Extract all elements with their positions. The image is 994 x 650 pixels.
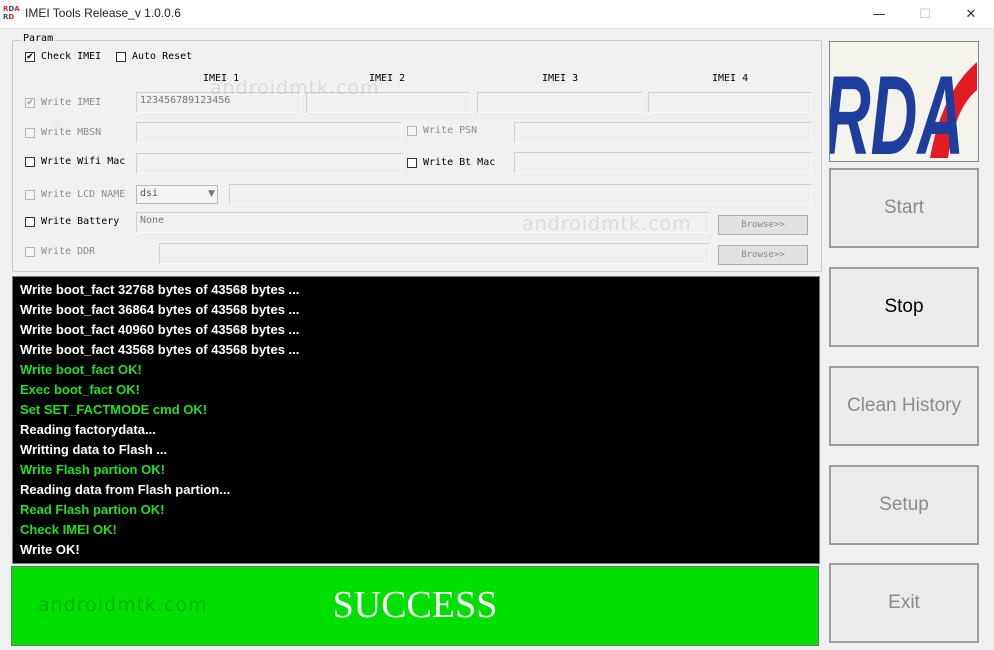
psn-field[interactable]	[514, 122, 812, 143]
write-wifi-mac-checkbox[interactable]	[25, 157, 35, 167]
stop-button[interactable]: Stop	[829, 267, 979, 347]
auto-reset-checkbox[interactable]	[116, 52, 126, 62]
rda-brand-logo: RDA	[829, 41, 979, 162]
log-line: Set SET_FACTMODE cmd OK!	[20, 402, 208, 417]
log-line: Reading data from Flash partion...	[20, 482, 231, 497]
status-panel: SUCCESS	[11, 566, 819, 646]
write-mbsn-label: Write MBSN	[41, 127, 102, 138]
log-line: Writting data to Flash ...	[20, 442, 168, 457]
log-line: Reading factorydata...	[20, 422, 156, 437]
battery-path-field[interactable]: None	[136, 212, 710, 233]
rda-logo-graphic: RDA	[830, 54, 977, 161]
log-line: Write boot_fact 36864 bytes of 43568 byt…	[20, 302, 300, 317]
imei-4-header: IMEI 4	[712, 73, 749, 84]
clean-history-button[interactable]: Clean History	[829, 366, 979, 446]
close-button[interactable]: ✕	[948, 0, 994, 28]
write-bt-mac-label: Write Bt Mac	[423, 157, 496, 168]
battery-browse-button[interactable]: Browse>>	[718, 215, 808, 235]
log-line: Exec boot_fact OK!	[20, 382, 140, 397]
imei-3-header: IMEI 3	[542, 73, 579, 84]
ddr-path-field[interactable]	[159, 243, 710, 264]
check-imei-label: Check IMEI	[41, 51, 102, 62]
wifi-mac-field[interactable]	[136, 153, 402, 174]
ddr-browse-button[interactable]: Browse>>	[718, 245, 808, 265]
write-mbsn-checkbox	[25, 128, 35, 138]
app-logo-icon: RDA RD	[3, 5, 20, 21]
bt-mac-field[interactable]	[514, 152, 812, 173]
write-bt-mac-checkbox[interactable]	[407, 158, 417, 168]
write-psn-checkbox	[407, 126, 417, 136]
check-imei-checkbox[interactable]: ✔	[25, 52, 35, 62]
log-line: Write OK!	[20, 542, 80, 557]
log-line: Write Flash partion OK!	[20, 462, 165, 477]
window-title: IMEI Tools Release_v 1.0.0.6	[25, 6, 181, 20]
imei-4-field[interactable]	[648, 92, 812, 113]
write-battery-label: Write Battery	[41, 216, 120, 227]
log-line: Write boot_fact 40960 bytes of 43568 byt…	[20, 322, 300, 337]
write-wifi-mac-label: Write Wifi Mac	[41, 156, 126, 167]
title-bar: RDA RD IMEI Tools Release_v 1.0.0.6 — ☐ …	[0, 0, 994, 29]
write-lcd-name-label: Write LCD NAME	[41, 189, 126, 200]
maximize-button: ☐	[919, 6, 931, 22]
write-psn-label: Write PSN	[423, 125, 478, 136]
start-button[interactable]: Start	[829, 168, 979, 248]
log-line: Write boot_fact 32768 bytes of 43568 byt…	[20, 282, 300, 297]
param-group-label: Param	[21, 33, 56, 44]
lcd-name-select[interactable]: dsi ▼	[136, 185, 218, 204]
svg-text:RDA: RDA	[830, 54, 964, 161]
exit-button[interactable]: Exit	[829, 563, 979, 643]
write-battery-checkbox[interactable]	[25, 217, 35, 227]
imei-2-header: IMEI 2	[369, 73, 406, 84]
write-imei-checkbox: ✔	[25, 98, 35, 108]
lcd-name-select-value: dsi	[140, 188, 159, 199]
setup-button[interactable]: Setup	[829, 465, 979, 545]
imei-1-field[interactable]: 123456789123456	[136, 92, 301, 113]
write-ddr-checkbox	[25, 247, 35, 257]
log-console[interactable]: Write boot_fact 32768 bytes of 43568 byt…	[12, 276, 820, 564]
status-text: SUCCESS	[332, 584, 498, 626]
auto-reset-label: Auto Reset	[132, 51, 193, 62]
imei-2-field[interactable]	[306, 92, 471, 113]
log-line: Read Flash partion OK!	[20, 502, 165, 517]
log-line: Check IMEI OK!	[20, 522, 117, 537]
write-ddr-label: Write DDR	[41, 246, 96, 257]
write-imei-label: Write IMEI	[41, 97, 102, 108]
imei-3-field[interactable]	[477, 92, 642, 113]
log-line: Write boot_fact OK!	[20, 362, 142, 377]
imei-1-header: IMEI 1	[203, 73, 240, 84]
mbsn-field[interactable]	[136, 122, 402, 143]
write-lcd-name-checkbox	[25, 190, 35, 200]
log-line: Write boot_fact 43568 bytes of 43568 byt…	[20, 342, 300, 357]
chevron-down-icon: ▼	[208, 189, 215, 199]
lcd-name-field[interactable]	[229, 184, 812, 205]
minimize-button[interactable]: —	[856, 0, 902, 28]
